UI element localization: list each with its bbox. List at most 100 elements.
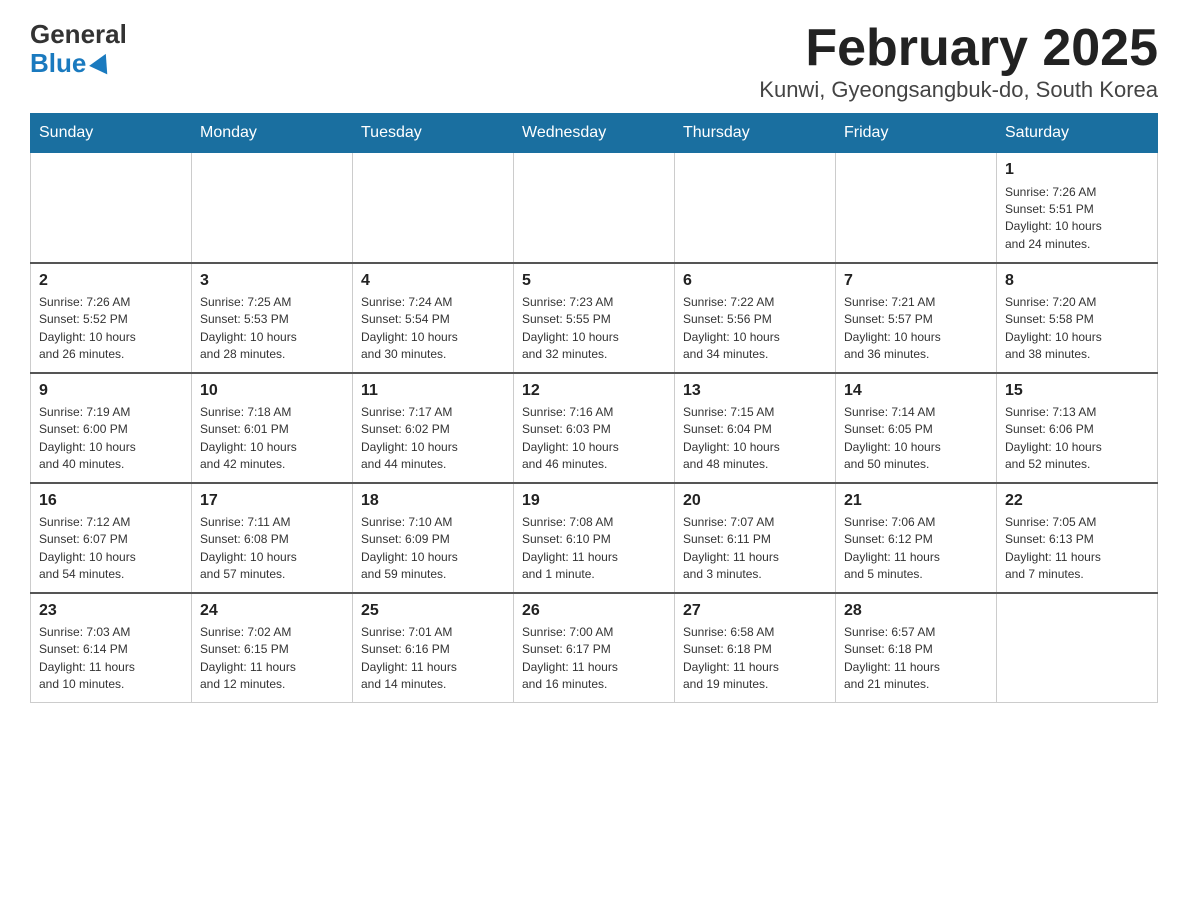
day-number: 12 xyxy=(522,380,666,402)
day-number: 8 xyxy=(1005,270,1149,292)
calendar-cell: 1Sunrise: 7:26 AM Sunset: 5:51 PM Daylig… xyxy=(997,153,1158,263)
day-info: Sunrise: 7:16 AM Sunset: 6:03 PM Dayligh… xyxy=(522,404,666,474)
calendar-table: SundayMondayTuesdayWednesdayThursdayFrid… xyxy=(30,113,1158,703)
weekday-header-row: SundayMondayTuesdayWednesdayThursdayFrid… xyxy=(31,114,1158,153)
calendar-cell: 2Sunrise: 7:26 AM Sunset: 5:52 PM Daylig… xyxy=(31,263,192,373)
page-title: February 2025 xyxy=(759,20,1158,77)
calendar-cell xyxy=(675,153,836,263)
day-number: 25 xyxy=(361,600,505,622)
title-block: February 2025 Kunwi, Gyeongsangbuk-do, S… xyxy=(759,20,1158,103)
day-number: 9 xyxy=(39,380,183,402)
day-info: Sunrise: 7:25 AM Sunset: 5:53 PM Dayligh… xyxy=(200,294,344,364)
day-number: 18 xyxy=(361,490,505,512)
calendar-week-row: 9Sunrise: 7:19 AM Sunset: 6:00 PM Daylig… xyxy=(31,373,1158,483)
day-info: Sunrise: 7:00 AM Sunset: 6:17 PM Dayligh… xyxy=(522,624,666,694)
weekday-header-saturday: Saturday xyxy=(997,114,1158,153)
calendar-cell: 26Sunrise: 7:00 AM Sunset: 6:17 PM Dayli… xyxy=(514,593,675,703)
calendar-cell: 20Sunrise: 7:07 AM Sunset: 6:11 PM Dayli… xyxy=(675,483,836,593)
calendar-cell xyxy=(514,153,675,263)
day-number: 3 xyxy=(200,270,344,292)
day-number: 17 xyxy=(200,490,344,512)
weekday-header-thursday: Thursday xyxy=(675,114,836,153)
day-number: 4 xyxy=(361,270,505,292)
weekday-header-friday: Friday xyxy=(836,114,997,153)
calendar-week-row: 2Sunrise: 7:26 AM Sunset: 5:52 PM Daylig… xyxy=(31,263,1158,373)
day-number: 1 xyxy=(1005,159,1149,181)
day-number: 7 xyxy=(844,270,988,292)
calendar-cell xyxy=(192,153,353,263)
day-number: 13 xyxy=(683,380,827,402)
calendar-cell: 5Sunrise: 7:23 AM Sunset: 5:55 PM Daylig… xyxy=(514,263,675,373)
day-number: 16 xyxy=(39,490,183,512)
calendar-cell xyxy=(31,153,192,263)
logo-triangle-icon xyxy=(89,50,115,75)
calendar-cell: 24Sunrise: 7:02 AM Sunset: 6:15 PM Dayli… xyxy=(192,593,353,703)
day-number: 14 xyxy=(844,380,988,402)
calendar-cell: 8Sunrise: 7:20 AM Sunset: 5:58 PM Daylig… xyxy=(997,263,1158,373)
day-number: 22 xyxy=(1005,490,1149,512)
weekday-header-wednesday: Wednesday xyxy=(514,114,675,153)
day-number: 21 xyxy=(844,490,988,512)
day-number: 28 xyxy=(844,600,988,622)
page-header: General Blue February 2025 Kunwi, Gyeong… xyxy=(30,20,1158,103)
day-number: 20 xyxy=(683,490,827,512)
calendar-week-row: 1Sunrise: 7:26 AM Sunset: 5:51 PM Daylig… xyxy=(31,153,1158,263)
calendar-cell xyxy=(997,593,1158,703)
calendar-cell: 23Sunrise: 7:03 AM Sunset: 6:14 PM Dayli… xyxy=(31,593,192,703)
calendar-cell: 15Sunrise: 7:13 AM Sunset: 6:06 PM Dayli… xyxy=(997,373,1158,483)
day-number: 5 xyxy=(522,270,666,292)
day-number: 19 xyxy=(522,490,666,512)
calendar-cell: 6Sunrise: 7:22 AM Sunset: 5:56 PM Daylig… xyxy=(675,263,836,373)
calendar-week-row: 23Sunrise: 7:03 AM Sunset: 6:14 PM Dayli… xyxy=(31,593,1158,703)
day-info: Sunrise: 6:58 AM Sunset: 6:18 PM Dayligh… xyxy=(683,624,827,694)
calendar-cell: 10Sunrise: 7:18 AM Sunset: 6:01 PM Dayli… xyxy=(192,373,353,483)
calendar-cell: 16Sunrise: 7:12 AM Sunset: 6:07 PM Dayli… xyxy=(31,483,192,593)
day-number: 15 xyxy=(1005,380,1149,402)
day-info: Sunrise: 7:21 AM Sunset: 5:57 PM Dayligh… xyxy=(844,294,988,364)
calendar-cell xyxy=(353,153,514,263)
day-info: Sunrise: 7:18 AM Sunset: 6:01 PM Dayligh… xyxy=(200,404,344,474)
calendar-cell: 12Sunrise: 7:16 AM Sunset: 6:03 PM Dayli… xyxy=(514,373,675,483)
day-info: Sunrise: 7:11 AM Sunset: 6:08 PM Dayligh… xyxy=(200,514,344,584)
day-info: Sunrise: 7:13 AM Sunset: 6:06 PM Dayligh… xyxy=(1005,404,1149,474)
calendar-header: SundayMondayTuesdayWednesdayThursdayFrid… xyxy=(31,114,1158,153)
calendar-cell: 19Sunrise: 7:08 AM Sunset: 6:10 PM Dayli… xyxy=(514,483,675,593)
day-info: Sunrise: 7:07 AM Sunset: 6:11 PM Dayligh… xyxy=(683,514,827,584)
day-info: Sunrise: 7:15 AM Sunset: 6:04 PM Dayligh… xyxy=(683,404,827,474)
calendar-cell: 27Sunrise: 6:58 AM Sunset: 6:18 PM Dayli… xyxy=(675,593,836,703)
calendar-week-row: 16Sunrise: 7:12 AM Sunset: 6:07 PM Dayli… xyxy=(31,483,1158,593)
day-info: Sunrise: 7:19 AM Sunset: 6:00 PM Dayligh… xyxy=(39,404,183,474)
day-number: 27 xyxy=(683,600,827,622)
calendar-cell: 4Sunrise: 7:24 AM Sunset: 5:54 PM Daylig… xyxy=(353,263,514,373)
page-subtitle: Kunwi, Gyeongsangbuk-do, South Korea xyxy=(759,77,1158,103)
day-number: 2 xyxy=(39,270,183,292)
day-info: Sunrise: 7:06 AM Sunset: 6:12 PM Dayligh… xyxy=(844,514,988,584)
day-info: Sunrise: 7:10 AM Sunset: 6:09 PM Dayligh… xyxy=(361,514,505,584)
day-number: 6 xyxy=(683,270,827,292)
logo: General Blue xyxy=(30,20,127,77)
day-info: Sunrise: 6:57 AM Sunset: 6:18 PM Dayligh… xyxy=(844,624,988,694)
weekday-header-sunday: Sunday xyxy=(31,114,192,153)
calendar-cell xyxy=(836,153,997,263)
day-info: Sunrise: 7:03 AM Sunset: 6:14 PM Dayligh… xyxy=(39,624,183,694)
day-info: Sunrise: 7:02 AM Sunset: 6:15 PM Dayligh… xyxy=(200,624,344,694)
calendar-cell: 11Sunrise: 7:17 AM Sunset: 6:02 PM Dayli… xyxy=(353,373,514,483)
calendar-cell: 7Sunrise: 7:21 AM Sunset: 5:57 PM Daylig… xyxy=(836,263,997,373)
calendar-cell: 18Sunrise: 7:10 AM Sunset: 6:09 PM Dayli… xyxy=(353,483,514,593)
calendar-cell: 22Sunrise: 7:05 AM Sunset: 6:13 PM Dayli… xyxy=(997,483,1158,593)
day-number: 23 xyxy=(39,600,183,622)
day-number: 24 xyxy=(200,600,344,622)
day-info: Sunrise: 7:24 AM Sunset: 5:54 PM Dayligh… xyxy=(361,294,505,364)
day-info: Sunrise: 7:22 AM Sunset: 5:56 PM Dayligh… xyxy=(683,294,827,364)
calendar-cell: 25Sunrise: 7:01 AM Sunset: 6:16 PM Dayli… xyxy=(353,593,514,703)
calendar-body: 1Sunrise: 7:26 AM Sunset: 5:51 PM Daylig… xyxy=(31,153,1158,703)
day-number: 10 xyxy=(200,380,344,402)
day-info: Sunrise: 7:17 AM Sunset: 6:02 PM Dayligh… xyxy=(361,404,505,474)
logo-blue-text: Blue xyxy=(30,49,112,78)
weekday-header-monday: Monday xyxy=(192,114,353,153)
day-number: 11 xyxy=(361,380,505,402)
day-number: 26 xyxy=(522,600,666,622)
calendar-cell: 3Sunrise: 7:25 AM Sunset: 5:53 PM Daylig… xyxy=(192,263,353,373)
day-info: Sunrise: 7:23 AM Sunset: 5:55 PM Dayligh… xyxy=(522,294,666,364)
day-info: Sunrise: 7:01 AM Sunset: 6:16 PM Dayligh… xyxy=(361,624,505,694)
